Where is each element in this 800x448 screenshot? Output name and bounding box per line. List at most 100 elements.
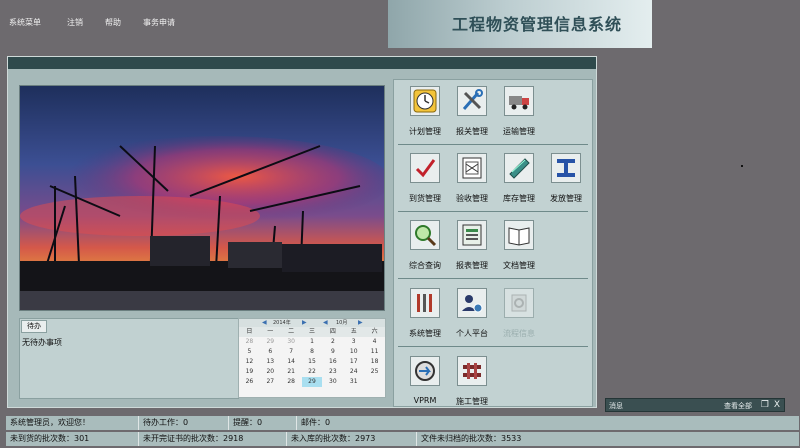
module-label: 运输管理 [503, 127, 535, 136]
status-bar: 系统管理员，欢迎您！ 待办工作：0 提醒：0 邮件：0 未到货的批次数：301 … [0, 414, 800, 448]
calendar-widget: ◀ 2014年 ▶ ◀ 10月 ▶ 日一二三四五六 28 29 30 1 2 3 4 5 6 7 8 9… [238, 318, 386, 398]
calendar-day[interactable]: 15 [302, 357, 323, 367]
calendar-day[interactable]: 26 [239, 377, 260, 387]
next-year-icon[interactable]: ▶ [302, 319, 307, 327]
checkmark-icon [410, 153, 440, 183]
report-icon [457, 220, 487, 250]
module-pipes[interactable]: 施工管理 [448, 356, 494, 416]
panel-header [8, 57, 596, 69]
title-banner: 工程物资管理信息系统 [388, 0, 652, 48]
calendar-day[interactable]: 23 [322, 367, 343, 377]
module-workflow: 流程信息 [495, 288, 541, 348]
calendar-day-today[interactable]: 29 [301, 377, 323, 387]
calendar-month[interactable]: 10月 [336, 320, 347, 326]
status-welcome: 系统管理员，欢迎您！ [10, 418, 90, 427]
calendar-day[interactable]: 30 [322, 377, 343, 387]
view-all-link[interactable]: 查看全部 [724, 401, 752, 411]
calendar-day[interactable]: 3 [343, 337, 364, 347]
prev-month-icon[interactable]: ◀ [323, 319, 328, 327]
calendar-day[interactable]: 27 [260, 377, 281, 387]
module-truck[interactable]: 运输管理 [495, 86, 541, 146]
module-user-gear[interactable]: 个人平台 [448, 288, 494, 348]
menu-request[interactable]: 事务申请 [143, 17, 175, 28]
module-toolbox[interactable]: 系统管理 [401, 288, 447, 348]
todo-panel: 待办 无待办事项 [19, 318, 239, 399]
calendar-weekday: 日 [239, 327, 260, 337]
toolbox-icon [410, 288, 440, 318]
module-launcher: 计划管理 报关管理 运输管理到货管理 验收管理 库存管理 发放管理综合查询 报表管理 文档管理… [393, 79, 593, 407]
calendar-day[interactable]: 7 [281, 347, 302, 357]
calendar-day[interactable]: 24 [343, 367, 364, 377]
calendar-day[interactable]: 12 [239, 357, 260, 367]
calendar-day[interactable]: 28 [239, 337, 260, 347]
module-row-divider [398, 278, 588, 279]
restore-icon[interactable]: ❐ [761, 400, 769, 411]
calendar-day[interactable]: 5 [239, 347, 260, 357]
vprm-icon [410, 356, 440, 386]
truck-icon [504, 86, 534, 116]
calendar-day[interactable]: 4 [364, 337, 385, 347]
calendar-day[interactable]: 25 [364, 367, 385, 377]
module-report[interactable]: 报表管理 [448, 220, 494, 280]
app-title: 工程物资管理信息系统 [452, 15, 623, 34]
calendar-day[interactable]: 18 [364, 357, 385, 367]
calendar-weekday: 三 [301, 327, 323, 337]
calendar-day[interactable]: 28 [281, 377, 302, 387]
calendar-weekday: 四 [322, 327, 344, 337]
calendar-day[interactable]: 10 [343, 347, 364, 357]
calendar-day[interactable]: 14 [281, 357, 302, 367]
calendar-weekday: 一 [259, 327, 281, 337]
calendar-day[interactable]: 16 [322, 357, 343, 367]
message-bar: 消息 查看全部 ❐ X [605, 398, 785, 412]
inspection-icon [457, 153, 487, 183]
module-tools[interactable]: 报关管理 [448, 86, 494, 146]
module-label: 发放管理 [550, 194, 582, 203]
calendar-day[interactable]: 6 [260, 347, 281, 357]
todo-tab[interactable]: 待办 [21, 320, 47, 333]
module-row-divider [398, 144, 588, 145]
calendar-weekday: 六 [364, 327, 385, 337]
module-label: 流程信息 [503, 329, 535, 338]
calendar-day[interactable]: 9 [322, 347, 343, 357]
menu-system[interactable]: 系统菜单 [9, 17, 41, 28]
calendar-day[interactable]: 22 [302, 367, 323, 377]
prev-year-icon[interactable]: ◀ [262, 319, 267, 327]
calendar-grid: 日一二三四五六 28 29 30 1 2 3 4 5 6 7 8 9 10 11 12 13 14 15 16 17 18… [239, 327, 385, 387]
status-mail[interactable]: 邮件：0 [296, 416, 386, 430]
calendar-day[interactable]: 1 [302, 337, 323, 347]
close-icon[interactable]: X [774, 400, 780, 411]
calendar-day[interactable]: 11 [364, 347, 385, 357]
calendar-day[interactable]: 20 [260, 367, 281, 377]
pipes-icon [457, 356, 487, 386]
module-clock[interactable]: 计划管理 [401, 86, 447, 146]
menu-help[interactable]: 帮助 [105, 17, 121, 28]
module-label: 施工管理 [456, 397, 488, 406]
status-pending-work[interactable]: 待办工作：0 [138, 416, 226, 430]
menu-logout[interactable]: 注销 [67, 17, 83, 28]
message-title: 消息 [609, 402, 623, 410]
calendar-day[interactable]: 13 [260, 357, 281, 367]
calendar-day[interactable]: 29 [260, 337, 281, 347]
calendar-year[interactable]: 2014年 [273, 320, 291, 326]
calendar-day[interactable]: 8 [302, 347, 323, 357]
status-reminders[interactable]: 提醒：0 [228, 416, 294, 430]
calendar-weekday: 二 [280, 327, 302, 337]
calendar-day[interactable]: 30 [281, 337, 302, 347]
calendar-day[interactable]: 31 [343, 377, 364, 387]
next-month-icon[interactable]: ▶ [358, 319, 363, 327]
calendar-weekday: 五 [343, 327, 365, 337]
user-gear-icon [457, 288, 487, 318]
module-vprm[interactable]: VPRM [401, 356, 447, 416]
tools-icon [457, 86, 487, 116]
calendar-day[interactable]: 19 [239, 367, 260, 377]
calendar-day[interactable]: 2 [322, 337, 343, 347]
calendar-day[interactable]: 21 [281, 367, 302, 377]
status-not-arrived: 未到货的批次数：301 [10, 434, 90, 443]
module-i-beam[interactable]: 发放管理 [542, 153, 588, 213]
module-book[interactable]: 文档管理 [495, 220, 541, 280]
module-checkmark[interactable]: 到货管理 [401, 153, 447, 213]
calendar-day[interactable]: 17 [343, 357, 364, 367]
module-inspection[interactable]: 验收管理 [448, 153, 494, 213]
module-steel-beam[interactable]: 库存管理 [495, 153, 541, 213]
module-magnifier[interactable]: 综合查询 [401, 220, 447, 280]
